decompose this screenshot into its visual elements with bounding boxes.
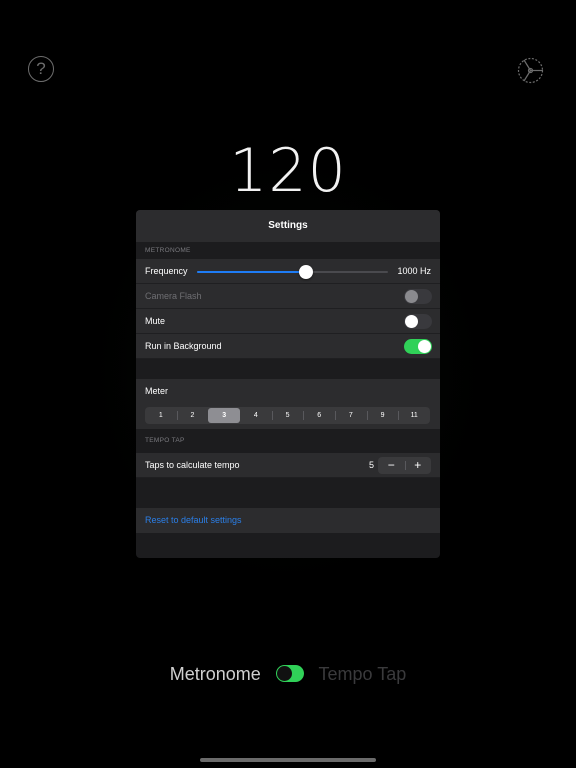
metronome-mode-label[interactable]: Metronome (170, 664, 261, 684)
toggle-knob (405, 290, 418, 303)
meter-option-11[interactable]: 11 (398, 407, 430, 424)
taps-label: Taps to calculate tempo (145, 460, 240, 470)
meter-option-3[interactable]: 3 (208, 408, 241, 423)
home-indicator (200, 758, 376, 762)
camera-flash-toggle (404, 289, 432, 304)
taps-row: Taps to calculate tempo 5 − + (136, 453, 440, 478)
toggle-knob (418, 340, 431, 353)
decrement-button[interactable]: − (378, 457, 405, 474)
help-icon-glyph: ? (36, 59, 46, 78)
mode-switcher: Metronome Tempo Tap (0, 664, 576, 685)
settings-popover: Settings METRONOME Frequency 1000 Hz Cam… (136, 210, 440, 558)
meter-option-7[interactable]: 7 (335, 407, 367, 424)
frequency-label: Frequency (145, 266, 188, 276)
taps-stepper[interactable]: − + (378, 457, 431, 474)
taps-value: 5 (368, 460, 374, 470)
meter-option-9[interactable]: 9 (366, 407, 399, 424)
reset-defaults-link[interactable]: Reset to default settings (136, 508, 440, 533)
help-icon[interactable]: ? (28, 56, 54, 82)
run-in-background-row: Run in Background (136, 334, 440, 359)
camera-flash-row: Camera Flash (136, 284, 440, 309)
meter-row: Meter 1 2 3 4 5 6 7 9 11 (136, 379, 440, 429)
meter-label: Meter (145, 386, 169, 396)
mode-toggle[interactable] (275, 664, 304, 682)
meter-option-6[interactable]: 6 (303, 407, 335, 424)
frequency-row: Frequency 1000 Hz (136, 259, 440, 284)
tempo-tap-mode-label[interactable]: Tempo Tap (319, 664, 407, 684)
run-in-background-label: Run in Background (145, 341, 222, 351)
frequency-slider[interactable] (197, 265, 388, 279)
settings-title: Settings (136, 210, 440, 242)
toggle-knob (405, 315, 418, 328)
mute-toggle[interactable] (404, 314, 432, 329)
settings-gear-icon[interactable] (516, 56, 545, 85)
tempo-tap-section-header: TEMPO TAP (136, 429, 440, 453)
increment-button[interactable]: + (404, 457, 432, 474)
section-spacer (136, 359, 440, 379)
frequency-slider-fill (197, 271, 306, 273)
tempo-display[interactable]: 120 (0, 136, 576, 206)
mute-row: Mute (136, 309, 440, 334)
section-spacer (136, 478, 440, 508)
frequency-slider-thumb[interactable] (298, 265, 313, 279)
gear-icon-graphic (517, 57, 544, 84)
meter-option-4[interactable]: 4 (240, 407, 272, 424)
run-in-background-toggle[interactable] (404, 339, 432, 354)
camera-flash-label: Camera Flash (145, 291, 202, 301)
mute-label: Mute (145, 316, 166, 326)
meter-option-1[interactable]: 1 (145, 407, 177, 424)
metronome-section-header: METRONOME (136, 242, 440, 259)
frequency-value: 1000 Hz (397, 266, 431, 276)
meter-option-2[interactable]: 2 (176, 407, 209, 424)
meter-option-5[interactable]: 5 (271, 407, 304, 424)
toggle-knob (276, 665, 292, 681)
meter-segmented-control[interactable]: 1 2 3 4 5 6 7 9 11 (145, 407, 430, 424)
